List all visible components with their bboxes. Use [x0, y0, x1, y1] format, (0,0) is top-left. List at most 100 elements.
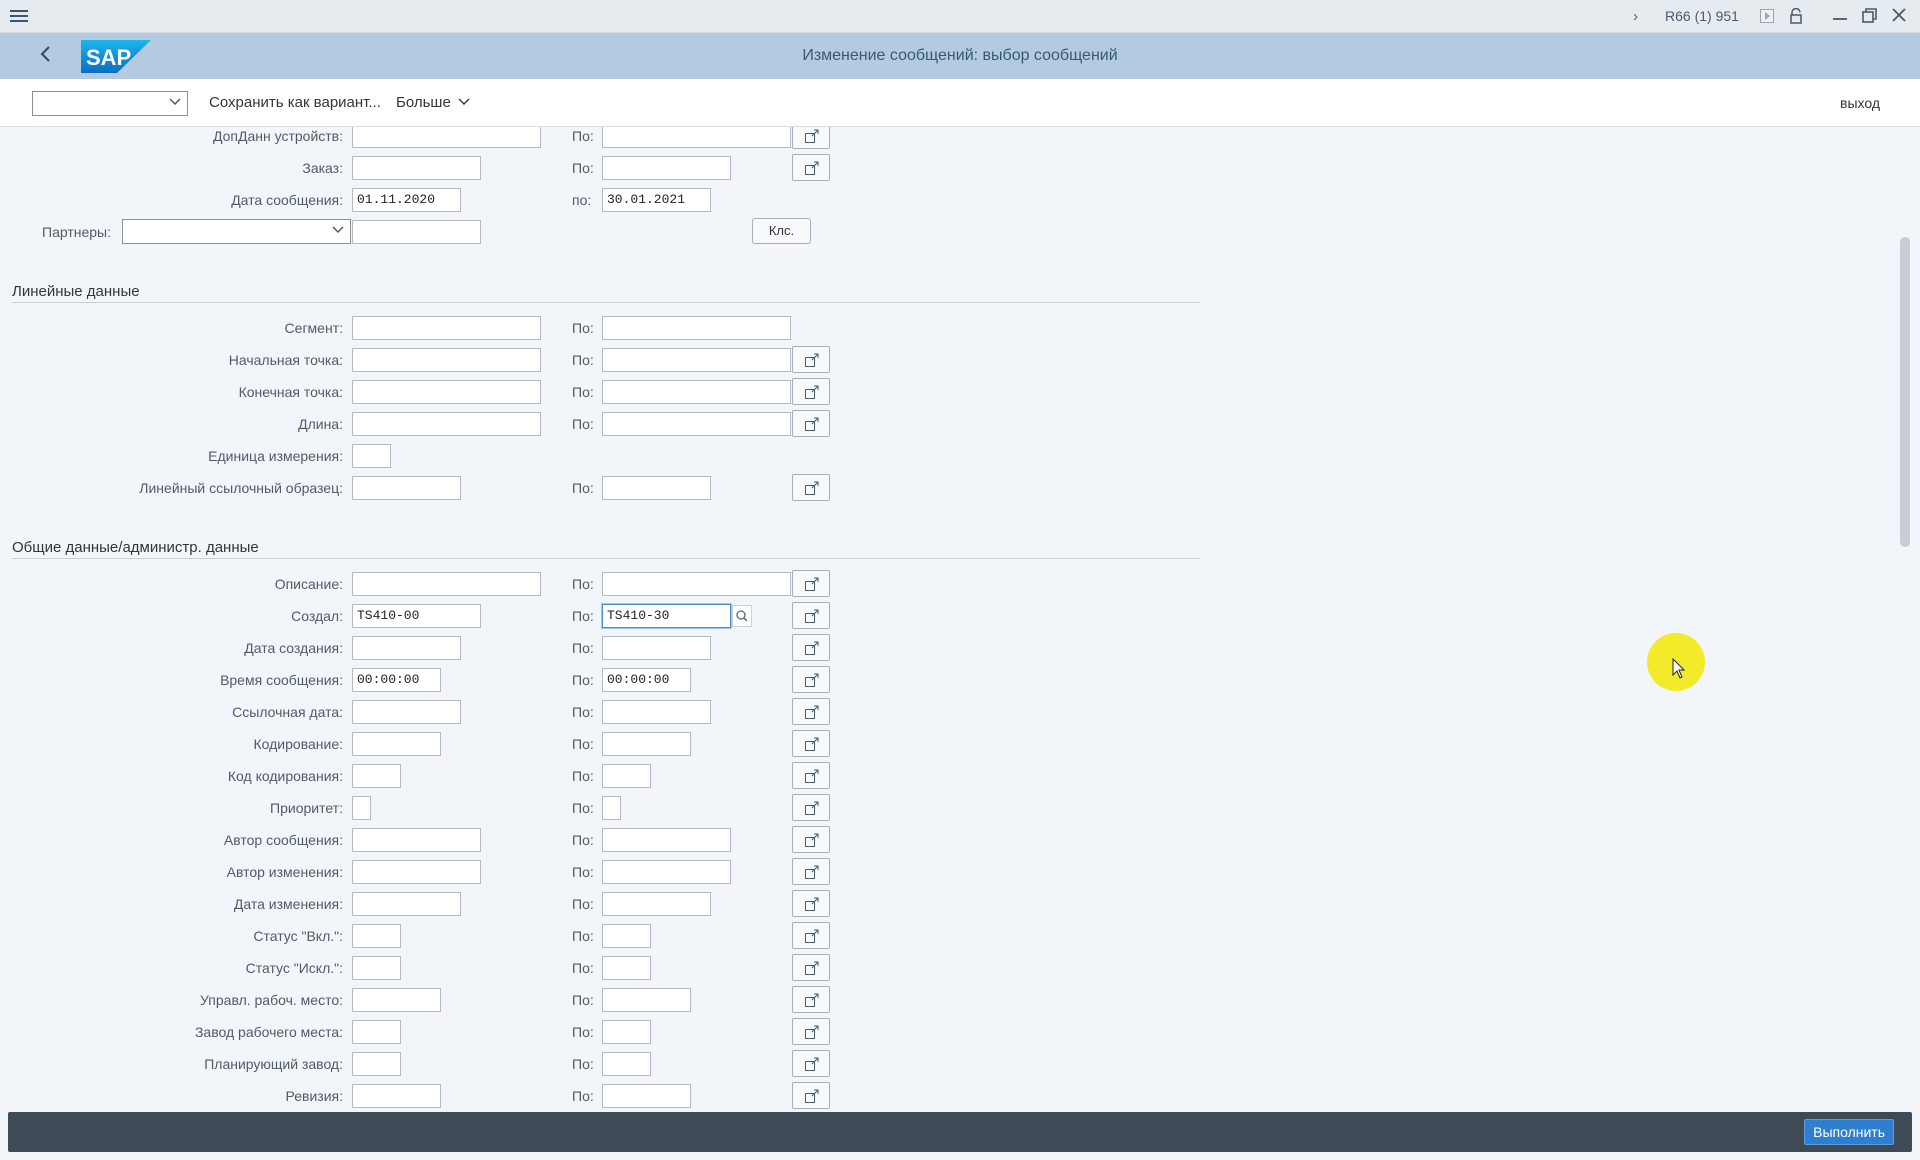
- work-center-from-input[interactable]: [352, 988, 441, 1012]
- multiple-selection-button[interactable]: [792, 698, 830, 725]
- linear-reference-pattern-from-input[interactable]: [352, 476, 461, 500]
- coding-code-from-input[interactable]: [352, 764, 401, 788]
- change-date-from-input[interactable]: [352, 892, 461, 916]
- reference-date-to-input[interactable]: [602, 700, 711, 724]
- multiple-selection-button[interactable]: [792, 858, 830, 885]
- save-as-variant-button[interactable]: Сохранить как вариант...: [209, 94, 381, 111]
- length-from-input[interactable]: [352, 412, 541, 436]
- multiple-selection-button[interactable]: [792, 826, 830, 853]
- exit-button[interactable]: выход: [1840, 95, 1880, 111]
- coding-code-label: Код кодирования:: [227, 768, 343, 784]
- po-label: По:: [572, 480, 594, 496]
- device-data-to-input[interactable]: [602, 127, 791, 148]
- status-incl-from-input[interactable]: [352, 924, 401, 948]
- partners-select[interactable]: [122, 219, 351, 244]
- planning-plant-to-input[interactable]: [602, 1052, 651, 1076]
- revision-from-input[interactable]: [352, 1084, 441, 1108]
- minimize-icon[interactable]: [1832, 6, 1848, 26]
- partners-class-button[interactable]: Клс.: [752, 218, 811, 244]
- start-point-to-input[interactable]: [602, 348, 791, 372]
- po-label: По:: [572, 160, 594, 176]
- multiple-selection-button[interactable]: [792, 1082, 830, 1109]
- multiple-selection-button[interactable]: [792, 890, 830, 917]
- play-icon[interactable]: [1760, 9, 1774, 27]
- execute-button[interactable]: Выполнить: [1804, 1119, 1894, 1145]
- message-author-from-input[interactable]: [352, 828, 481, 852]
- multiple-selection-button[interactable]: [792, 154, 830, 181]
- change-author-from-input[interactable]: [352, 860, 481, 884]
- segment-to-input[interactable]: [602, 316, 791, 340]
- status-incl-to-input[interactable]: [602, 924, 651, 948]
- work-center-label: Управл. рабоч. место:: [200, 992, 343, 1008]
- work-center-to-input[interactable]: [602, 988, 691, 1012]
- message-time-to-input[interactable]: 00:00:00: [602, 668, 691, 692]
- order-to-input[interactable]: [602, 156, 731, 180]
- value-help-icon[interactable]: [732, 605, 752, 627]
- multiple-selection-button[interactable]: [792, 634, 830, 661]
- message-author-to-input[interactable]: [602, 828, 731, 852]
- description-to-input[interactable]: [602, 572, 791, 596]
- segment-from-input[interactable]: [352, 316, 541, 340]
- multiple-selection-button[interactable]: [792, 922, 830, 949]
- message-time-label: Время сообщения:: [220, 672, 343, 688]
- multiple-selection-button[interactable]: [792, 666, 830, 693]
- restore-icon[interactable]: [1862, 8, 1878, 28]
- linear-reference-pattern-to-input[interactable]: [602, 476, 711, 500]
- planning-plant-from-input[interactable]: [352, 1052, 401, 1076]
- hamburger-menu-icon[interactable]: [10, 7, 28, 25]
- multiple-selection-button[interactable]: [792, 730, 830, 757]
- length-to-input[interactable]: [602, 412, 791, 436]
- multiple-selection-icon: [805, 129, 819, 143]
- creation-date-to-input[interactable]: [602, 636, 711, 660]
- multiple-selection-button[interactable]: [792, 378, 830, 405]
- multiple-selection-button[interactable]: [792, 127, 830, 149]
- change-date-to-input[interactable]: [602, 892, 711, 916]
- multiple-selection-button[interactable]: [792, 794, 830, 821]
- lock-icon[interactable]: [1789, 7, 1803, 28]
- change-author-to-input[interactable]: [602, 860, 731, 884]
- coding-to-input[interactable]: [602, 732, 691, 756]
- more-menu-button[interactable]: Больше: [396, 94, 470, 111]
- message-time-from-input[interactable]: 00:00:00: [352, 668, 441, 692]
- multiple-selection-button[interactable]: [792, 410, 830, 437]
- multiple-selection-button[interactable]: [792, 602, 830, 629]
- multiple-selection-button[interactable]: [792, 1050, 830, 1077]
- description-from-input[interactable]: [352, 572, 541, 596]
- created-by-to-input[interactable]: TS410-30: [602, 604, 731, 628]
- end-point-to-input[interactable]: [602, 380, 791, 404]
- end-point-from-input[interactable]: [352, 380, 541, 404]
- multiple-selection-icon: [805, 161, 819, 175]
- unit-input[interactable]: [352, 444, 391, 468]
- vertical-scrollbar[interactable]: [1898, 127, 1912, 1112]
- message-date-from-input[interactable]: 01.11.2020: [352, 188, 461, 212]
- revision-to-input[interactable]: [602, 1084, 691, 1108]
- chevron-right-icon[interactable]: ›: [1633, 8, 1638, 25]
- multiple-selection-button[interactable]: [792, 954, 830, 981]
- toolbar: Сохранить как вариант... Больше выход: [0, 79, 1920, 127]
- multiple-selection-button[interactable]: [792, 570, 830, 597]
- multiple-selection-button[interactable]: [792, 986, 830, 1013]
- creation-date-from-input[interactable]: [352, 636, 461, 660]
- work-center-plant-from-input[interactable]: [352, 1020, 401, 1044]
- partners-input[interactable]: [352, 220, 481, 244]
- status-excl-from-input[interactable]: [352, 956, 401, 980]
- device-data-from-input[interactable]: [352, 127, 541, 148]
- created-by-from-input[interactable]: TS410-00: [352, 604, 481, 628]
- start-point-from-input[interactable]: [352, 348, 541, 372]
- status-excl-to-input[interactable]: [602, 956, 651, 980]
- work-center-plant-to-input[interactable]: [602, 1020, 651, 1044]
- multiple-selection-button[interactable]: [792, 1018, 830, 1045]
- close-icon[interactable]: [1892, 8, 1906, 26]
- multiple-selection-button[interactable]: [792, 762, 830, 789]
- coding-from-input[interactable]: [352, 732, 441, 756]
- priority-to-input[interactable]: [602, 796, 621, 820]
- multiple-selection-button[interactable]: [792, 346, 830, 373]
- scrollbar-thumb[interactable]: [1900, 237, 1910, 547]
- variant-select[interactable]: [32, 91, 188, 116]
- message-date-to-input[interactable]: 30.01.2021: [602, 188, 711, 212]
- coding-code-to-input[interactable]: [602, 764, 651, 788]
- order-from-input[interactable]: [352, 156, 481, 180]
- reference-date-from-input[interactable]: [352, 700, 461, 724]
- priority-from-input[interactable]: [352, 796, 371, 820]
- multiple-selection-button[interactable]: [792, 474, 830, 501]
